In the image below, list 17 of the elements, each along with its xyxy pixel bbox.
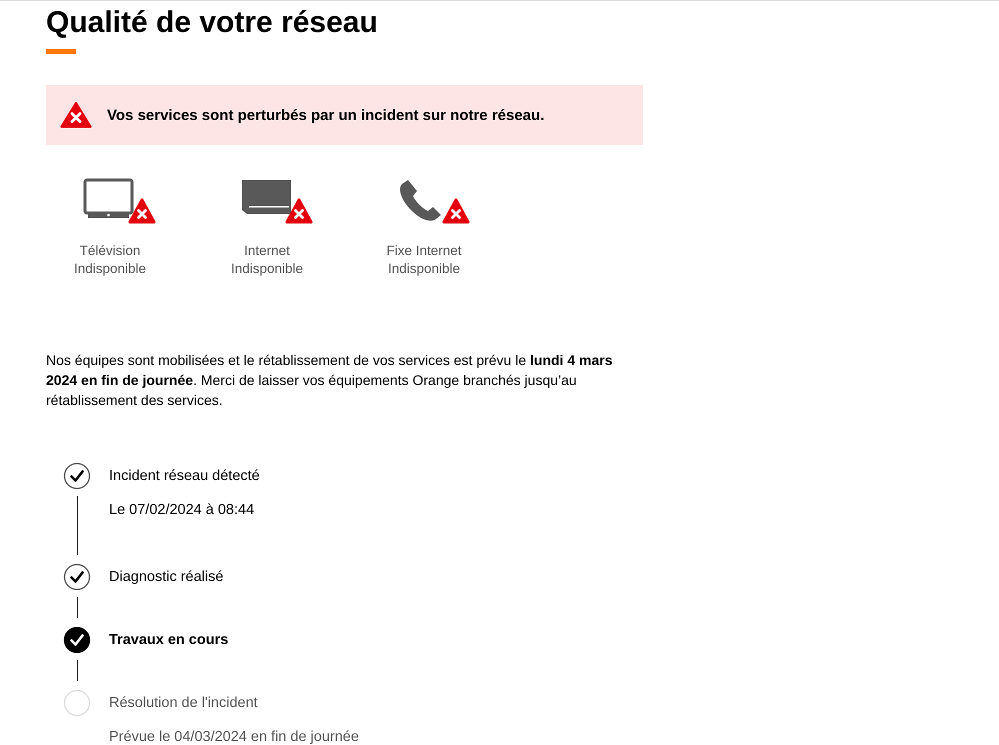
step-detail: Le 07/02/2024 à 08:44	[109, 501, 256, 520]
step-detail: Prévue le 04/03/2024 en fin de journée	[109, 728, 359, 745]
title-underline	[46, 49, 76, 54]
alert-message: Vos services sont perturbés par un incident sur notre réseau.	[107, 106, 544, 124]
step-label: Diagnostic réalisé	[109, 568, 224, 587]
restoration-message: Nos équipes sont mobilisées et le rétablissement de vos services est prévu le lundi 4 mars 2024 en fin de journée. Merci de laisser vos équipements Orange branchés jusqu’au rétablissement des services.	[46, 351, 614, 410]
step-label: Travaux en cours	[109, 631, 228, 650]
service-status: Indisponible	[386, 260, 462, 278]
service-status: Indisponible	[230, 260, 304, 278]
step-label: Résolution de l'incident	[109, 694, 259, 713]
service-name: Fixe Internet	[385, 242, 463, 260]
service-name: Internet	[243, 242, 291, 260]
step-label: Incident réseau détecté	[109, 467, 260, 486]
page-title: Qualité de votre réseau	[46, 5, 379, 41]
service-name: Télévision	[78, 242, 142, 260]
service-status: Indisponible	[72, 260, 148, 278]
warning-icon	[60, 101, 92, 129]
